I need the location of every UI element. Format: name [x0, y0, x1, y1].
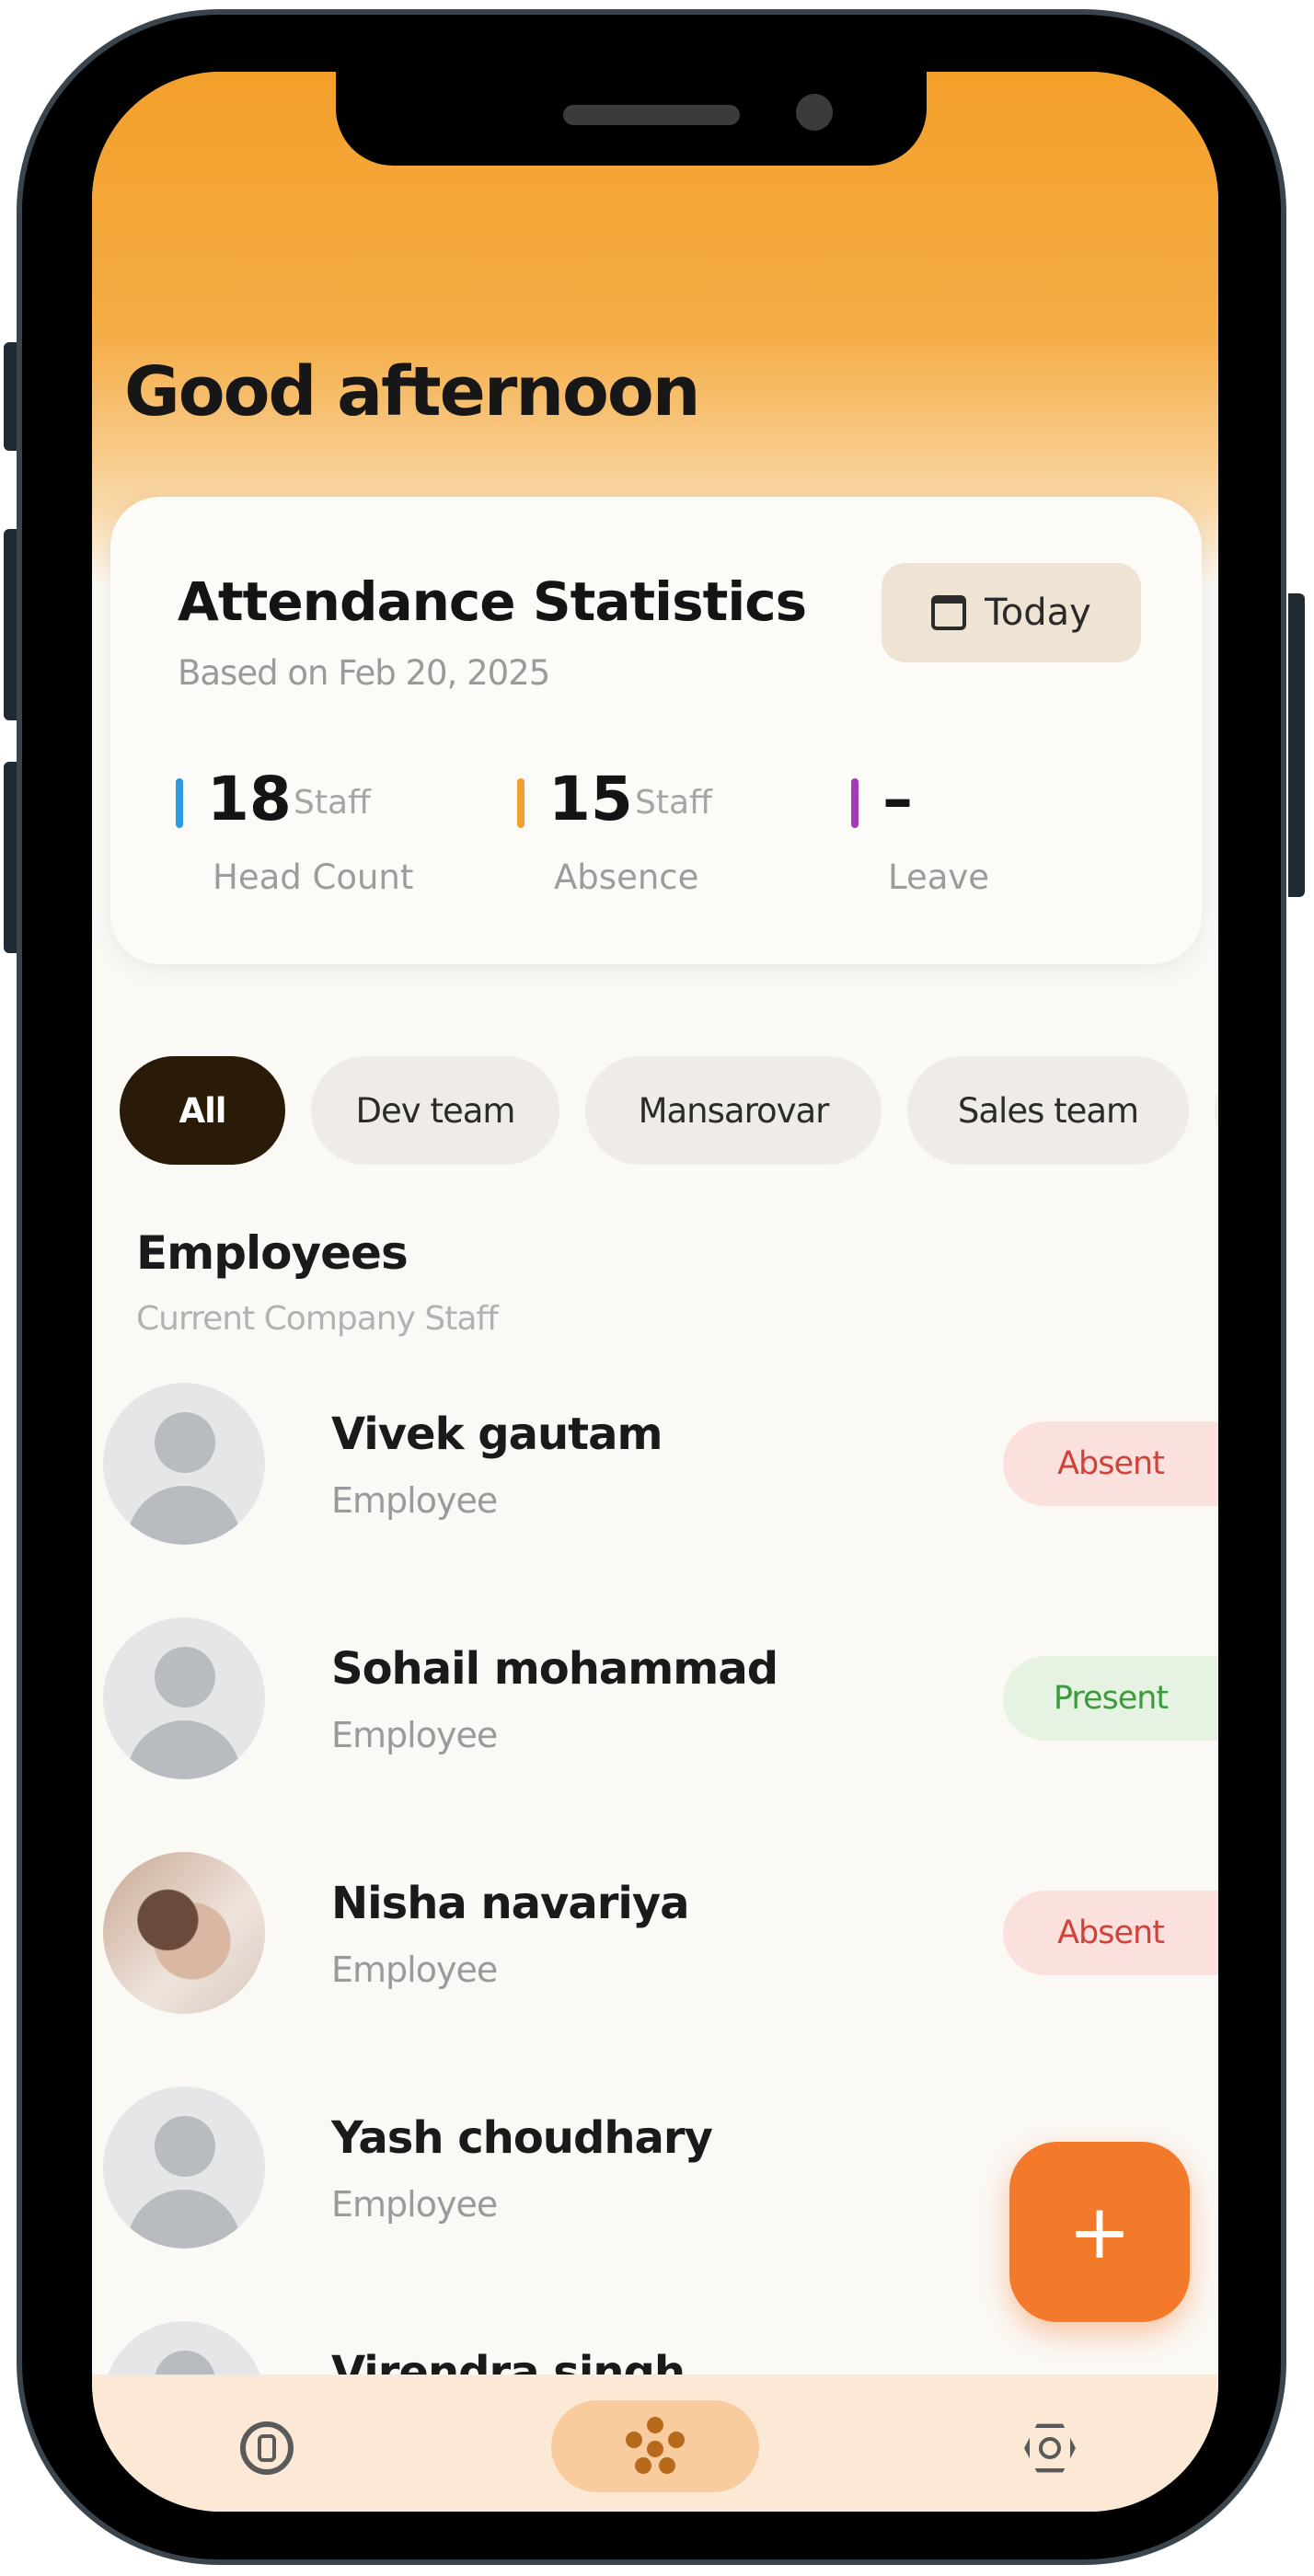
date-filter-label: Today: [985, 592, 1091, 634]
attendance-stats-card: Attendance Statistics Based on Feb 20, 2…: [110, 497, 1202, 964]
status-badge: Present: [1003, 1656, 1218, 1741]
avatar: [103, 2087, 265, 2248]
stat-value: –: [882, 764, 913, 834]
employees-section-subtitle: Current Company Staff: [136, 1300, 499, 1338]
stat-unit: Staff: [294, 784, 371, 822]
settings-icon-center: [1039, 2437, 1061, 2459]
stat-indicator-bar: [176, 778, 183, 828]
employee-name: Nisha navariya: [331, 1878, 690, 1929]
front-camera: [796, 94, 833, 131]
date-filter-button[interactable]: Today: [882, 563, 1141, 662]
stat-indicator-bar: [517, 778, 524, 828]
team-filter-chips: All Dev team Mansarovar Sales team: [120, 1056, 1218, 1165]
settings-icon: [1024, 2423, 1076, 2473]
stats-title: Attendance Statistics: [178, 570, 807, 633]
nav-home[interactable]: [230, 2411, 304, 2485]
bottom-navigation: [92, 2375, 1218, 2512]
employee-row[interactable]: Vivek gautam Employee Absent: [92, 1383, 1218, 1567]
avatar-photo: [103, 1852, 265, 2014]
avatar-placeholder-body: [127, 2190, 241, 2248]
employee-name: Vivek gautam: [331, 1409, 663, 1460]
stat-label: Absence: [554, 857, 699, 897]
nav-settings[interactable]: [1013, 2411, 1087, 2485]
filter-chip-mansarovar[interactable]: Mansarovar: [585, 1056, 882, 1165]
calendar-icon: [931, 595, 967, 630]
add-employee-button[interactable]: +: [1009, 2142, 1190, 2322]
avatar-placeholder-body: [127, 1720, 241, 1779]
employee-row[interactable]: Nisha navariya Employee Absent: [92, 1852, 1218, 2036]
stat-label: Head Count: [213, 857, 414, 897]
filter-chip-sales-team[interactable]: Sales team: [907, 1056, 1189, 1165]
avatar-placeholder-head: [155, 1647, 215, 1708]
stat-label: Leave: [888, 857, 990, 897]
filter-chip-dev-team[interactable]: Dev team: [311, 1056, 559, 1165]
avatar-placeholder-body: [127, 1486, 241, 1545]
status-badge: Absent: [1003, 1421, 1218, 1506]
avatar: [103, 1617, 265, 1779]
phone-notch: [336, 72, 927, 166]
employee-row[interactable]: Sohail mohammad Employee Present: [92, 1617, 1218, 1801]
stats-subtitle: Based on Feb 20, 2025: [178, 653, 550, 693]
avatar-placeholder-head: [155, 1412, 215, 1473]
employee-role: Employee: [331, 1949, 498, 1990]
employee-name: Sohail mohammad: [331, 1643, 778, 1695]
employee-role: Employee: [331, 2184, 498, 2225]
filter-chip-all[interactable]: All: [120, 1056, 285, 1165]
employees-section-title: Employees: [136, 1226, 409, 1280]
stat-unit: Staff: [635, 784, 712, 822]
stat-value: 15: [548, 764, 633, 834]
greeting-title: Good afternoon: [124, 352, 700, 431]
avatar: [103, 1383, 265, 1545]
employee-name: Yash choudhary: [331, 2112, 713, 2164]
power-button: [1288, 593, 1305, 897]
stat-indicator-bar: [851, 778, 859, 828]
avatar: [103, 1852, 265, 2014]
avatar-placeholder-head: [155, 2116, 215, 2177]
speaker-grille: [563, 105, 740, 125]
home-icon: [240, 2421, 294, 2475]
filter-chip-more[interactable]: [1215, 1056, 1218, 1165]
team-icon: [624, 2415, 686, 2478]
app-screen: Good afternoon Attendance Statistics Bas…: [92, 72, 1218, 2512]
stat-value: 18: [207, 764, 292, 834]
nav-team[interactable]: [551, 2400, 759, 2492]
status-badge: Absent: [1003, 1891, 1218, 1975]
employee-role: Employee: [331, 1480, 498, 1521]
employee-role: Employee: [331, 1715, 498, 1755]
